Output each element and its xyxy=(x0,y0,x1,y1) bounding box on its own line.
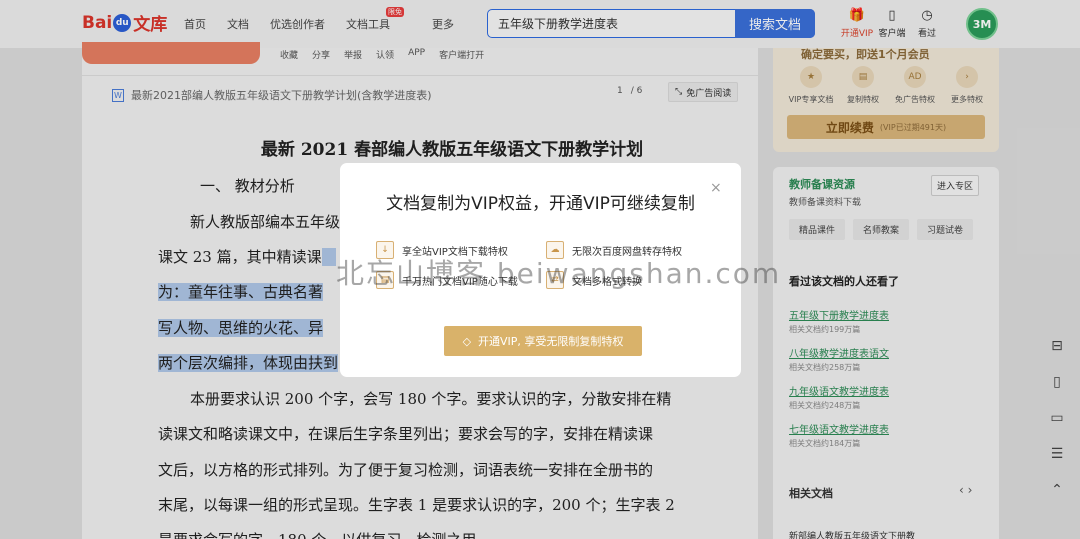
close-icon[interactable]: × xyxy=(710,180,722,196)
open-vip-button-label: 开通VIP, 享受无限制复制特权 xyxy=(478,335,624,348)
modal-title: 文档复制为VIP权益，开通VIP可继续复制 xyxy=(386,194,695,214)
diamond-icon: ◇ xyxy=(462,334,472,348)
open-vip-button[interactable]: ◇ 开通VIP, 享受无限制复制特权 xyxy=(444,326,642,356)
watermark-text: 北忘山博客 beiwangshan.com xyxy=(336,257,782,290)
